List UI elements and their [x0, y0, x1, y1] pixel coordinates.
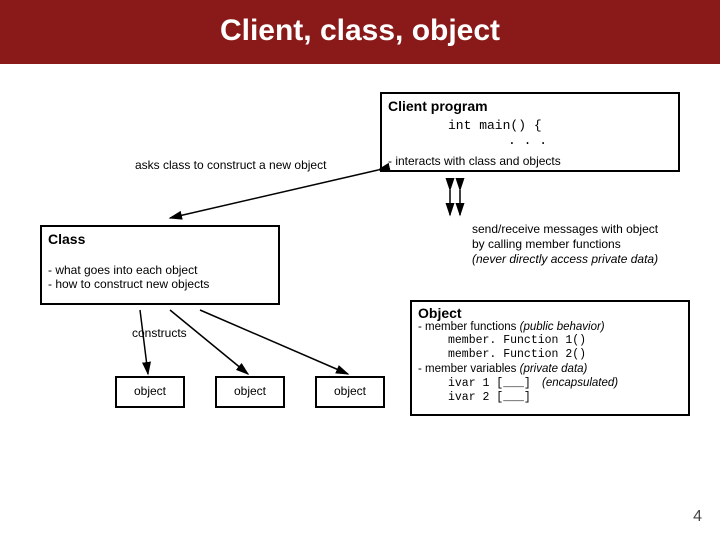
client-code-1: int main() { — [448, 118, 672, 133]
object-desc-box: Object - member functions (public behavi… — [410, 300, 690, 416]
iv-row: ivar 1 [___] (encapsulated) — [448, 376, 682, 391]
mf: - member functions — [418, 321, 520, 333]
msg-block: send/receive messages with object by cal… — [472, 222, 702, 267]
client-program-box: Client program int main() { . . . - inte… — [380, 92, 680, 172]
iv1: ivar 1 [___] — [448, 377, 531, 390]
mf-note: (public behavior) — [520, 321, 605, 333]
mf-line: - member functions (public behavior) — [418, 320, 682, 334]
object-box-2: object — [215, 376, 285, 408]
client-heading: Client program — [388, 98, 672, 114]
class-line1: - what goes into each object — [48, 263, 272, 277]
class-heading: Class — [48, 231, 272, 247]
iv2: ivar 2 [___] — [448, 391, 682, 405]
msg1: send/receive messages with object — [472, 222, 702, 237]
class-line2: - how to construct new objects — [48, 277, 272, 291]
mf2: member. Function 2() — [448, 348, 682, 362]
object-heading: Object — [418, 306, 682, 320]
mv-note: (private data) — [520, 363, 588, 375]
msg2: by calling member functions — [472, 237, 702, 252]
asks-label: asks class to construct a new object — [135, 158, 326, 172]
mf1: member. Function 1() — [448, 334, 682, 348]
object-box-3: object — [315, 376, 385, 408]
constructs-label: constructs — [132, 326, 187, 340]
msg3: (never directly access private data) — [472, 252, 702, 267]
client-code-2: . . . — [508, 133, 672, 148]
mv-line: - member variables (private data) — [418, 362, 682, 376]
class-box: Class - what goes into each object - how… — [40, 225, 280, 305]
client-interacts: - interacts with class and objects — [388, 154, 672, 168]
enc: (encapsulated) — [542, 377, 618, 389]
object-box-1: object — [115, 376, 185, 408]
page-number: 4 — [693, 508, 702, 526]
mv: - member variables — [418, 363, 520, 375]
slide-title: Client, class, object — [0, 0, 720, 64]
